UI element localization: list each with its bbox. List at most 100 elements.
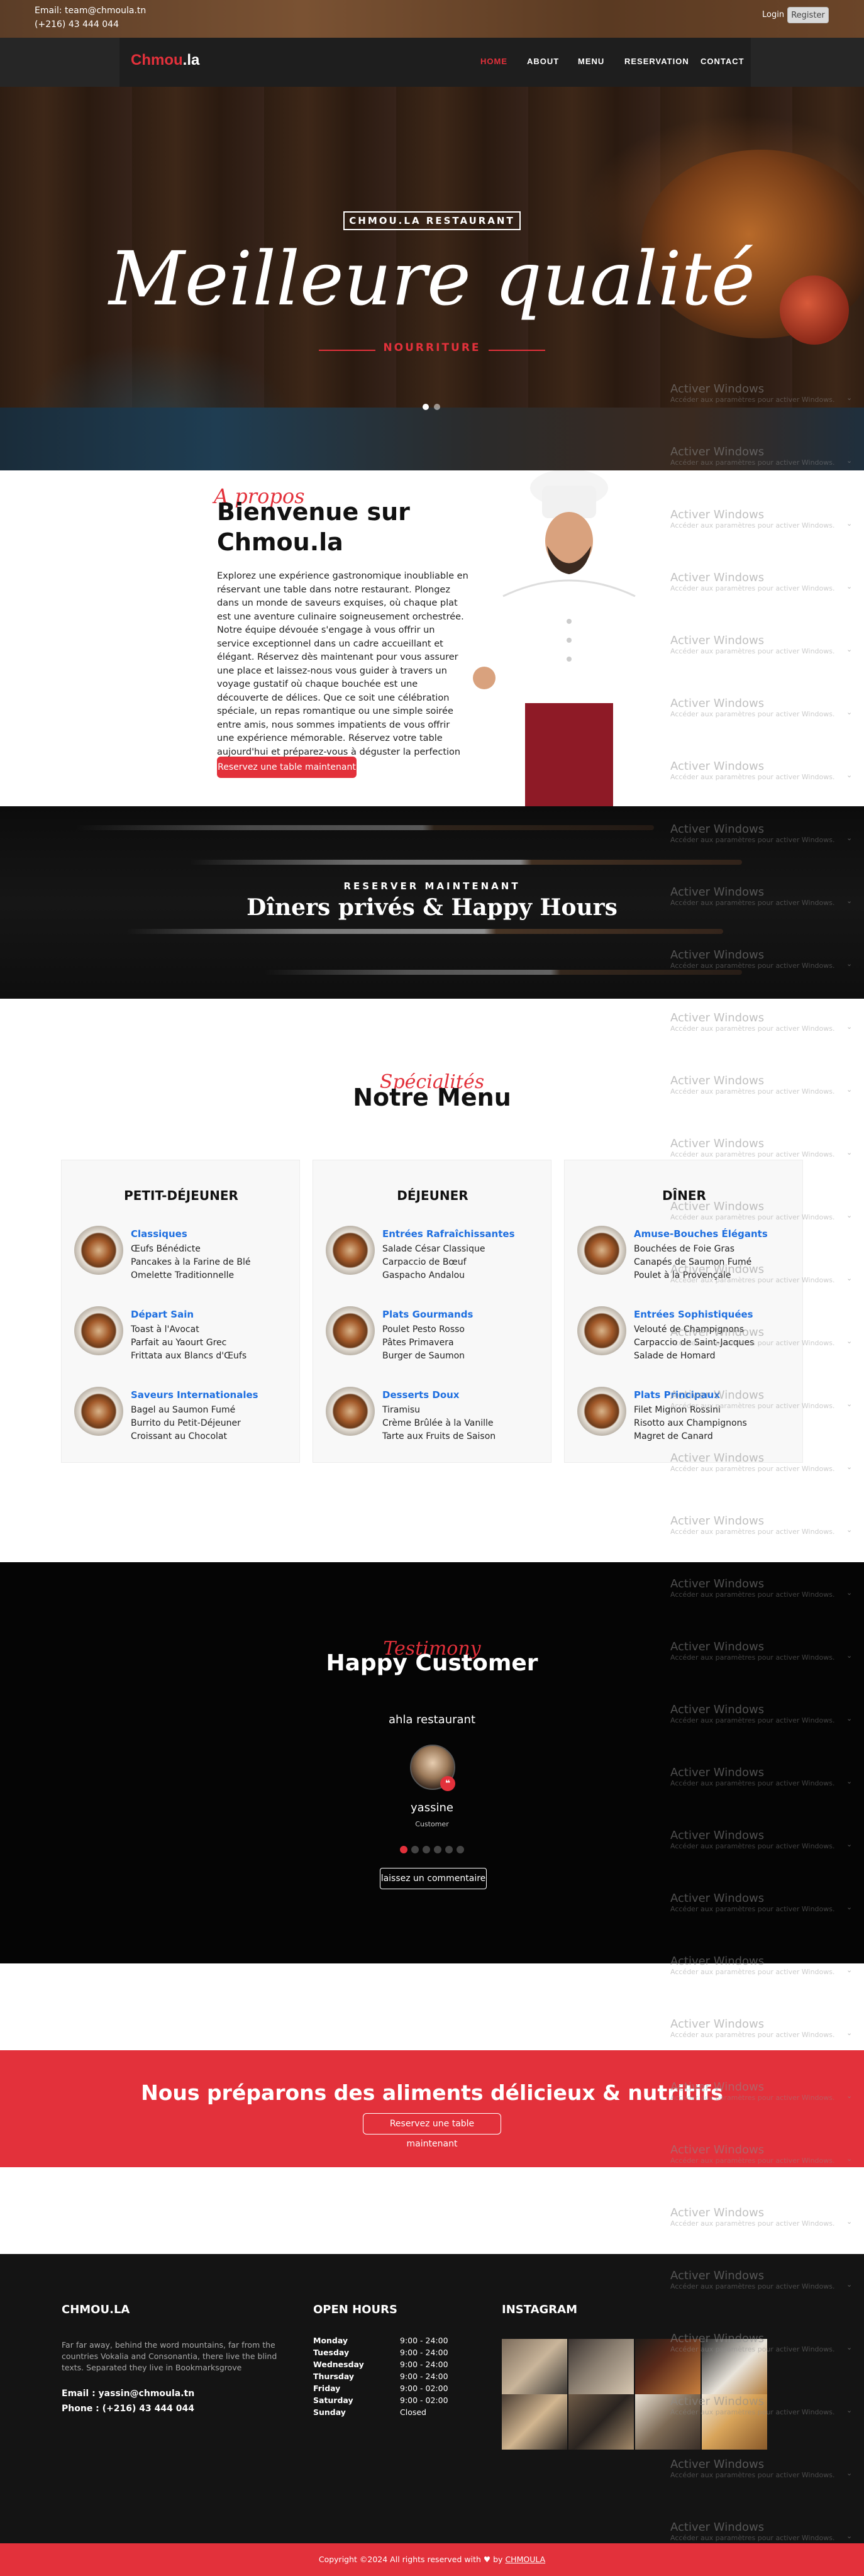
hours-time: 9:00 - 24:00 <box>400 2372 448 2381</box>
top-phone: (+216) 43 444 044 <box>35 19 119 30</box>
footer-instagram-title: INSTAGRAM <box>502 2303 578 2316</box>
hours-day: Thursday <box>313 2372 355 2381</box>
chevron-down-icon: ⌄ <box>846 1840 853 1848</box>
about-reserve-button[interactable]: Reservez une table maintenant <box>217 757 357 778</box>
chevron-down-icon: ⌄ <box>846 1777 853 1785</box>
windows-watermark: Activer Windows Accéder aux paramètres po… <box>670 508 859 530</box>
hours-time: 9:00 - 02:00 <box>400 2396 448 2405</box>
menu-dish: Poulet Pesto Rosso <box>382 1324 465 1335</box>
instagram-photo[interactable] <box>502 2394 567 2450</box>
instagram-photo[interactable] <box>502 2339 567 2394</box>
windows-watermark: Activer Windows Accéder aux paramètres po… <box>670 1263 859 1284</box>
chevron-down-icon: ⌄ <box>846 2155 853 2163</box>
nav-reservation[interactable]: RESERVATION <box>624 57 689 66</box>
brand-logo[interactable]: Chmou.la <box>131 52 199 69</box>
menu-group-name[interactable]: Départ Sain <box>131 1309 194 1320</box>
menu-group-name[interactable]: Desserts Doux <box>382 1389 459 1401</box>
watermark-subtitle: Accéder aux paramètres pour activer Wind… <box>670 1591 835 1599</box>
hours-time: Closed <box>400 2407 426 2417</box>
hours-day: Saturday <box>313 2396 353 2405</box>
watermark-title: Activer Windows <box>670 1389 765 1402</box>
slider-dot-active[interactable] <box>423 404 429 410</box>
copyright-link[interactable]: CHMOULA <box>505 2555 545 2564</box>
chevron-down-icon: ⌄ <box>846 1966 853 1974</box>
nav-home[interactable]: HOME <box>480 57 507 66</box>
knife-image <box>75 825 654 830</box>
dish-image <box>74 1387 123 1436</box>
menu-dish: Gaspacho Andalou <box>382 1270 465 1280</box>
carousel-dot[interactable] <box>434 1846 441 1853</box>
menu-group-name[interactable]: Amuse-Bouches Élégants <box>634 1228 768 1240</box>
nav-contact[interactable]: CONTACT <box>701 57 745 66</box>
carousel-dot-active[interactable] <box>400 1846 407 1853</box>
windows-watermark: Activer Windows Accéder aux paramètres po… <box>670 1011 859 1033</box>
register-button[interactable]: Register <box>787 7 829 23</box>
watermark-title: Activer Windows <box>670 1326 765 1339</box>
carousel-dot[interactable] <box>445 1846 453 1853</box>
watermark-title: Activer Windows <box>670 2395 765 2408</box>
windows-watermark: Activer Windows Accéder aux paramètres po… <box>670 1326 859 1347</box>
menu-group: Saveurs Internationales Bagel au Saumon … <box>74 1387 291 1450</box>
hours-row: Saturday 9:00 - 02:00 <box>313 2396 470 2407</box>
watermark-subtitle: Accéder aux paramètres pour activer Wind… <box>670 1716 835 1724</box>
menu-card-title: PETIT-DÉJEUNER <box>124 1188 238 1203</box>
watermark-subtitle: Accéder aux paramètres pour activer Wind… <box>670 1968 835 1976</box>
menu-group: Départ Sain Toast à l'Avocat Parfait au … <box>74 1306 291 1369</box>
chevron-down-icon: ⌄ <box>846 2406 853 2414</box>
menu-dish: Burger de Saumon <box>382 1351 465 1361</box>
watermark-title: Activer Windows <box>670 1452 765 1465</box>
menu-group-name[interactable]: Classiques <box>131 1228 187 1240</box>
menu-dish: Pâtes Primavera <box>382 1338 454 1348</box>
menu-group-name[interactable]: Saveurs Internationales <box>131 1389 258 1401</box>
watermark-title: Activer Windows <box>670 445 765 458</box>
watermark-subtitle: Accéder aux paramètres pour activer Wind… <box>670 710 835 718</box>
footer-phone[interactable]: Phone : (+216) 43 444 044 <box>62 2404 194 2414</box>
watermark-title: Activer Windows <box>670 571 765 584</box>
watermark-title: Activer Windows <box>670 1955 765 1968</box>
menu-dish: Crème Brûlée à la Vanille <box>382 1418 494 1428</box>
windows-watermark: Activer Windows Accéder aux paramètres po… <box>670 1514 859 1536</box>
watermark-subtitle: Accéder aux paramètres pour activer Wind… <box>670 962 835 970</box>
knife-image <box>264 970 742 975</box>
watermark-subtitle: Accéder aux paramètres pour activer Wind… <box>670 2157 835 2165</box>
menu-dish: Tiramisu <box>382 1405 421 1415</box>
footer-email[interactable]: Email : yassin@chmoula.tn <box>62 2389 194 2399</box>
menu-group-name[interactable]: Entrées Rafraîchissantes <box>382 1228 515 1240</box>
hero-tagline: CHMOU.LA RESTAURANT <box>343 211 521 230</box>
menu-group-name[interactable]: Plats Gourmands <box>382 1309 473 1320</box>
instagram-photo[interactable] <box>568 2394 634 2450</box>
menu-dish: Magret de Canard <box>634 1431 713 1441</box>
hours-row: Thursday 9:00 - 24:00 <box>313 2372 470 2384</box>
nav-menu[interactable]: MENU <box>578 57 604 66</box>
nav-about[interactable]: ABOUT <box>527 57 559 66</box>
chevron-down-icon: ⌄ <box>846 394 853 402</box>
menu-group-name[interactable]: Entrées Sophistiquées <box>634 1309 753 1320</box>
carousel-dot[interactable] <box>457 1846 464 1853</box>
heart-icon: ♥ <box>483 2555 491 2564</box>
watermark-subtitle: Accéder aux paramètres pour activer Wind… <box>670 1465 835 1473</box>
watermark-subtitle: Accéder aux paramètres pour activer Wind… <box>670 2534 835 2542</box>
carousel-dot[interactable] <box>423 1846 430 1853</box>
cta-reserve-button[interactable]: Reservez une table maintenant <box>363 2113 501 2149</box>
watermark-title: Activer Windows <box>670 2332 765 2345</box>
menu-card-lunch: DÉJEUNER Entrées Rafraîchissantes Salade… <box>313 1160 551 1463</box>
hours-day: Friday <box>313 2384 341 2393</box>
carousel-dot[interactable] <box>411 1846 419 1853</box>
windows-watermark: Activer Windows Accéder aux paramètres po… <box>670 2521 859 2542</box>
menu-dish: Risotto aux Champignons <box>634 1418 747 1428</box>
footer-about-text: Far far away, behind the word mountains,… <box>62 2340 277 2372</box>
windows-watermark: Activer Windows Accéder aux paramètres po… <box>670 886 859 907</box>
watermark-title: Activer Windows <box>670 1829 765 1842</box>
watermark-subtitle: Accéder aux paramètres pour activer Wind… <box>670 647 835 655</box>
watermark-title: Activer Windows <box>670 2080 765 2094</box>
watermark-subtitle: Accéder aux paramètres pour activer Wind… <box>670 2031 835 2039</box>
slider-dot[interactable] <box>434 404 440 410</box>
windows-watermark: Activer Windows Accéder aux paramètres po… <box>670 2458 859 2479</box>
instagram-photo[interactable] <box>568 2339 634 2394</box>
leave-comment-button[interactable]: laissez un commentaire <box>380 1868 487 1889</box>
watermark-title: Activer Windows <box>670 1074 765 1087</box>
chevron-down-icon: ⌄ <box>846 582 853 591</box>
login-link[interactable]: Login <box>762 10 784 19</box>
watermark-title: Activer Windows <box>670 2458 765 2471</box>
windows-watermark: Activer Windows Accéder aux paramètres po… <box>670 1389 859 1410</box>
